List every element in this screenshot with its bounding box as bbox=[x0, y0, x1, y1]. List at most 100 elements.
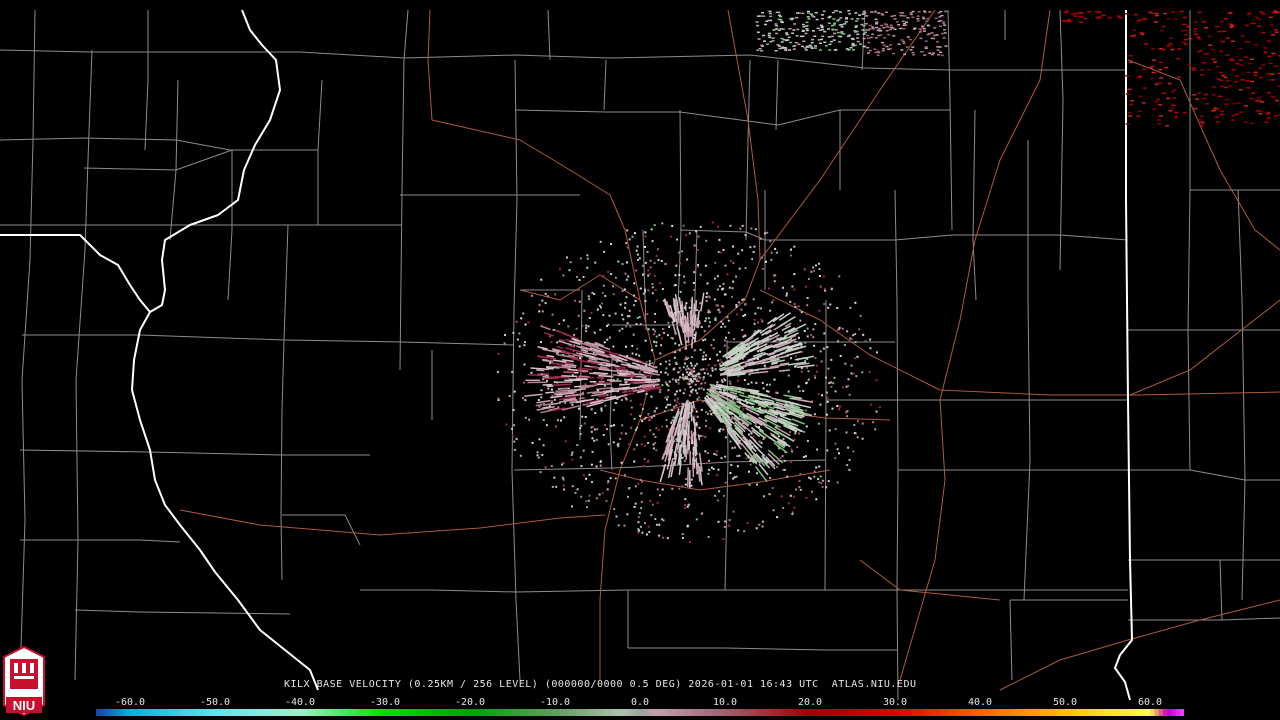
echo-pixel bbox=[1258, 67, 1262, 70]
echo-pixel bbox=[550, 341, 553, 344]
colorbar-segment bbox=[869, 709, 875, 716]
echo-pixel bbox=[861, 422, 864, 425]
echo-pixel bbox=[603, 341, 606, 344]
echo-pixel bbox=[909, 49, 913, 51]
echo-pixel bbox=[1125, 123, 1130, 125]
echo-pixel bbox=[801, 35, 805, 38]
colorbar-segment bbox=[1137, 709, 1142, 716]
echo-pixel bbox=[1170, 107, 1175, 110]
echo-pixel bbox=[785, 294, 788, 297]
echo-pixel bbox=[1101, 14, 1106, 16]
echo-pixel bbox=[820, 360, 823, 363]
echo-pixel bbox=[861, 437, 864, 440]
echo-pixel bbox=[795, 488, 798, 491]
echo-pixel bbox=[695, 425, 698, 428]
echo-streak bbox=[536, 369, 545, 372]
echo-pixel bbox=[564, 401, 567, 404]
echo-pixel bbox=[924, 47, 928, 49]
colorbar-segment bbox=[563, 709, 569, 716]
echo-pixel bbox=[669, 403, 672, 406]
echo-pixel bbox=[699, 302, 701, 305]
echo-streak bbox=[603, 359, 611, 363]
echo-pixel bbox=[606, 488, 609, 491]
echo-pixel bbox=[1247, 62, 1252, 65]
echo-pixel bbox=[1243, 121, 1248, 123]
echo-pixel bbox=[679, 389, 682, 392]
echo-pixel bbox=[771, 301, 774, 304]
echo-pixel bbox=[868, 49, 872, 52]
colorbar-segment bbox=[138, 709, 144, 716]
county-line bbox=[947, 9, 953, 231]
echo-pixel bbox=[639, 525, 642, 528]
echo-pixel bbox=[924, 40, 928, 42]
echo-pixel bbox=[795, 16, 799, 19]
echo-pixel bbox=[1240, 79, 1245, 81]
echo-pixel bbox=[692, 377, 695, 380]
echo-pixel bbox=[1156, 119, 1161, 121]
echo-pixel bbox=[591, 437, 594, 440]
echo-pixel bbox=[544, 292, 547, 295]
echo-pixel bbox=[626, 229, 629, 232]
echo-pixel bbox=[823, 287, 826, 290]
echo-pixel bbox=[846, 415, 849, 418]
radar-map[interactable] bbox=[0, 0, 1280, 720]
echo-pixel bbox=[530, 294, 533, 297]
colorbar-segment bbox=[805, 709, 811, 716]
echo-pixel bbox=[652, 433, 655, 436]
colorbar-segment bbox=[402, 709, 407, 716]
echo-pixel bbox=[633, 505, 636, 508]
echo-pixel bbox=[814, 323, 817, 326]
colorbar-segment bbox=[606, 709, 611, 716]
echo-pixel bbox=[665, 425, 668, 428]
echo-pixel bbox=[1192, 30, 1197, 33]
echo-pixel bbox=[790, 461, 793, 464]
echo-pixel bbox=[1223, 18, 1228, 20]
echo-pixel bbox=[1271, 96, 1276, 98]
echo-pixel bbox=[717, 251, 720, 253]
echo-pixel bbox=[590, 408, 593, 411]
echo-pixel bbox=[556, 341, 559, 344]
echo-pixel bbox=[599, 304, 601, 307]
echo-pixel bbox=[585, 330, 588, 333]
echo-pixel bbox=[815, 466, 818, 469]
echo-pixel bbox=[937, 54, 940, 56]
echo-pixel bbox=[784, 49, 788, 52]
colorbar-segment bbox=[771, 709, 777, 716]
echo-pixel bbox=[686, 524, 689, 527]
echo-pixel bbox=[625, 242, 628, 245]
echo-pixel bbox=[763, 364, 766, 367]
echo-pixel bbox=[1079, 21, 1084, 23]
echo-pixel bbox=[828, 43, 832, 46]
echo-pixel bbox=[644, 246, 646, 248]
colorbar-segment bbox=[389, 709, 394, 716]
echo-pixel bbox=[762, 495, 765, 498]
colorbar-segment bbox=[283, 709, 288, 716]
echo-pixel bbox=[1182, 16, 1187, 19]
echo-pixel bbox=[1250, 58, 1254, 60]
echo-pixel bbox=[813, 475, 816, 478]
echo-pixel bbox=[1174, 116, 1178, 118]
echo-pixel bbox=[863, 12, 867, 14]
echo-pixel bbox=[832, 382, 835, 385]
echo-pixel bbox=[861, 29, 865, 31]
echo-streak bbox=[691, 339, 694, 349]
echo-pixel bbox=[856, 37, 860, 39]
echo-pixel bbox=[869, 36, 873, 39]
echo-pixel bbox=[1161, 48, 1166, 51]
echo-pixel bbox=[1271, 52, 1276, 55]
echo-pixel bbox=[1265, 113, 1270, 115]
echo-pixel bbox=[692, 375, 695, 378]
echo-pixel bbox=[668, 363, 671, 366]
echo-pixel bbox=[812, 266, 815, 269]
colorbar-segment bbox=[635, 709, 641, 716]
echo-pixel bbox=[813, 470, 816, 473]
echo-pixel bbox=[816, 27, 820, 30]
echo-pixel bbox=[714, 317, 717, 320]
echo-pixel bbox=[586, 257, 589, 260]
echo-pixel bbox=[732, 510, 735, 513]
echo-pixel bbox=[847, 385, 849, 388]
echo-pixel bbox=[708, 311, 711, 314]
echo-pixel bbox=[826, 346, 829, 349]
echo-pixel bbox=[741, 249, 744, 252]
echo-pixel bbox=[799, 319, 802, 322]
